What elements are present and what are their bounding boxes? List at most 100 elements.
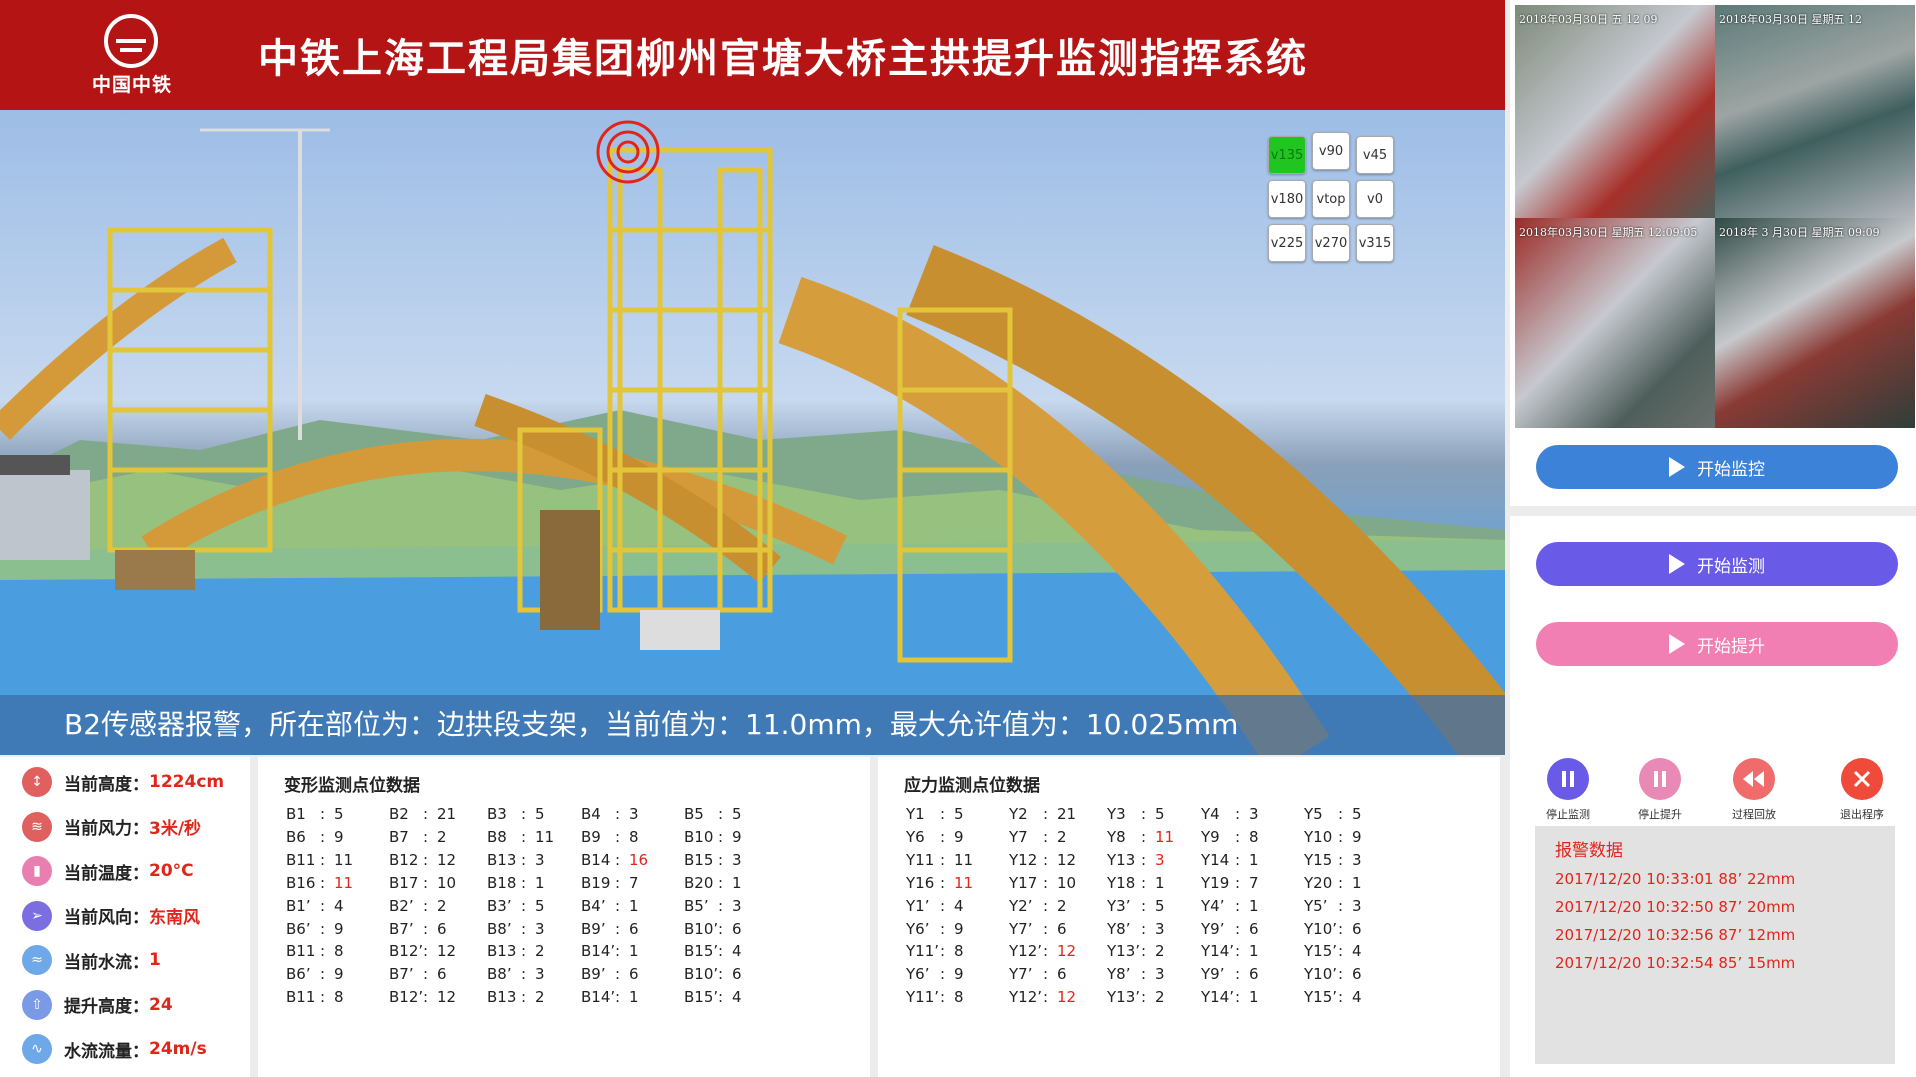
point-name: B9 — [581, 827, 601, 846]
separator: : — [1141, 919, 1147, 938]
separator: : — [320, 919, 326, 938]
status-value: 24 — [149, 994, 173, 1015]
stress-data-panel: 应力监测点位数据 Y1:5 Y2:21 Y3:5 Y4:3 Y5:5 Y6:9 Y7:2 Y8… — [878, 757, 1500, 1077]
separator: : — [423, 965, 429, 984]
point-name: Y3’ — [1107, 896, 1131, 915]
point-value: 12 — [1057, 942, 1077, 961]
point-value: 6 — [1352, 919, 1362, 938]
point-value: 7 — [1249, 873, 1259, 892]
point-value: 8 — [334, 988, 344, 1007]
close-icon — [1841, 758, 1883, 800]
separator: : — [1235, 850, 1241, 869]
separator: : — [718, 873, 724, 892]
separator: : — [1338, 873, 1344, 892]
start-control-button[interactable]: 开始监控 — [1536, 445, 1898, 489]
point-value: 6 — [1057, 919, 1067, 938]
point-value: 3 — [1249, 805, 1259, 823]
status-label: 当前高度： — [64, 774, 149, 795]
status-row: ▮ 当前温度： 20°C — [22, 856, 194, 886]
point-name: B13 — [487, 988, 517, 1007]
replay-control[interactable]: 过程回放 — [1719, 758, 1789, 822]
separator: : — [718, 896, 724, 915]
thermometer-icon: ▮ — [22, 856, 52, 886]
point-value: 9 — [334, 919, 344, 938]
point-name: Y17 — [1009, 873, 1038, 892]
separator: : — [1043, 965, 1049, 984]
view-button-v135[interactable]: v135 — [1268, 136, 1306, 174]
point-value: 6 — [1249, 919, 1259, 938]
separator: : — [718, 965, 724, 984]
point-name: Y5’ — [1304, 896, 1328, 915]
bottom-data-area: ↕ 当前高度： 1224cm ≋ 当前风力： 3米/秒 ▮ 当前温度： 20°C ➢ 当前风向： 东南… — [0, 757, 1505, 1077]
environment-status-panel: ↕ 当前高度： 1224cm ≋ 当前风力： 3米/秒 ▮ 当前温度： 20°C ➢ 当前风向： 东南… — [0, 757, 250, 1077]
point-value: 2 — [1155, 942, 1165, 961]
camera-feed[interactable]: 2018年03月30日 星期五 12:09:05 — [1515, 218, 1715, 431]
view-button-v315[interactable]: v315 — [1356, 224, 1394, 262]
point-name: B18 — [487, 873, 517, 892]
separator: : — [423, 942, 429, 961]
point-value: 6 — [629, 919, 639, 938]
start-monitor-button[interactable]: 开始监测 — [1536, 542, 1898, 586]
point-value: 3 — [629, 805, 639, 823]
point-value: 21 — [1057, 805, 1077, 823]
status-value: 20°C — [149, 861, 194, 881]
camera-feed[interactable]: 2018年03月30日 星期五 12 — [1715, 5, 1915, 218]
status-label: 当前风向： — [64, 908, 149, 928]
separator: : — [1141, 965, 1147, 984]
point-value: 6 — [732, 919, 742, 938]
separator: : — [1141, 942, 1147, 961]
point-value: 3 — [535, 919, 545, 938]
view-button-v270[interactable]: v270 — [1312, 224, 1350, 262]
separator: : — [1141, 988, 1147, 1007]
stop-lift-control[interactable]: 停止提升 — [1625, 758, 1695, 822]
start-lift-button[interactable]: 开始提升 — [1536, 622, 1898, 666]
point-name: Y8’ — [1107, 965, 1131, 984]
point-value: 1 — [629, 942, 639, 961]
point-value: 3 — [732, 896, 742, 915]
point-name: B12’ — [389, 988, 424, 1007]
view-button-vtop[interactable]: vtop — [1312, 180, 1350, 218]
point-value: 9 — [732, 827, 742, 846]
point-value: 12 — [437, 850, 457, 869]
start-lift-label: 开始提升 — [1697, 636, 1765, 657]
point-name: B9’ — [581, 919, 606, 938]
point-value: 9 — [954, 965, 964, 984]
flow-icon: ∿ — [22, 1034, 52, 1064]
separator: : — [521, 896, 527, 915]
separator: : — [521, 919, 527, 938]
status-value: 3米/秒 — [149, 819, 202, 839]
view-button-v180[interactable]: v180 — [1268, 180, 1306, 218]
point-name: Y2 — [1009, 805, 1028, 823]
exit-control[interactable]: 退出程序 — [1827, 758, 1897, 822]
separator: : — [521, 827, 527, 846]
point-value: 12 — [1057, 988, 1077, 1007]
bridge-3d-view[interactable]: v135 v90 v45 v180 vtop v0 v225 v270 v315 B2传感器报警… — [0, 110, 1505, 755]
view-button-v90[interactable]: v90 — [1312, 132, 1350, 170]
separator: : — [1043, 850, 1049, 869]
separator: : — [521, 805, 527, 823]
monitor-control-panel: 开始监控 — [1510, 428, 1916, 506]
point-value: 6 — [1249, 965, 1259, 984]
point-value: 4 — [1352, 988, 1362, 1007]
point-value: 1 — [1249, 896, 1259, 915]
stop-monitor-control[interactable]: 停止监测 — [1533, 758, 1603, 822]
camera-feed[interactable]: 2018年 3 月30日 星期五 09:09 — [1715, 218, 1915, 431]
view-button-v225[interactable]: v225 — [1268, 224, 1306, 262]
separator: : — [940, 850, 946, 869]
point-name: Y15 — [1304, 850, 1333, 869]
point-name: Y11’ — [906, 942, 940, 961]
point-name: Y14’ — [1201, 988, 1235, 1007]
view-button-v45[interactable]: v45 — [1356, 136, 1394, 174]
alarm-row: 2017/12/20 10:32:56 87’ 12mm — [1555, 926, 1796, 944]
status-value: 1 — [149, 950, 161, 970]
point-name: Y18 — [1107, 873, 1136, 892]
deformation-title: 变形监测点位数据 — [284, 776, 420, 796]
exit-label: 退出程序 — [1840, 808, 1884, 821]
separator: : — [1043, 827, 1049, 846]
point-name: B20 — [684, 873, 714, 892]
separator: : — [615, 919, 621, 938]
separator: : — [1235, 919, 1241, 938]
point-name: Y9’ — [1201, 919, 1225, 938]
view-button-v0[interactable]: v0 — [1356, 180, 1394, 218]
camera-feed[interactable]: 2018年03月30日 五 12 09 — [1515, 5, 1715, 218]
